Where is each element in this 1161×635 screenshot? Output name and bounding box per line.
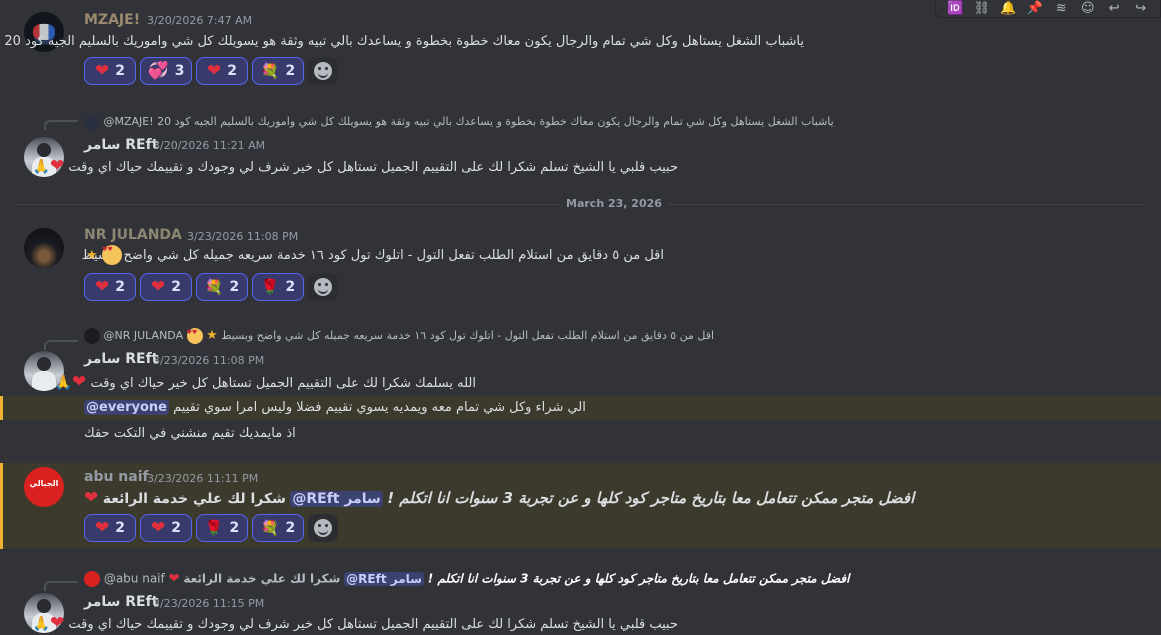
heart-icon: ❤ [151, 276, 166, 297]
pin-icon[interactable]: 📌 [1026, 1, 1044, 16]
message-line: @everyone الي شراء وكل شي تمام معه ويمدي… [84, 400, 586, 415]
reaction-bouquet[interactable]: 💐 2 [252, 57, 304, 85]
reactions-bar: ❤ 2 ❤ 2 🌹 2 💐 2 [84, 514, 338, 542]
message-actions-toolbar: 🆔 ⛓ 🔔 📌 ≋ ☺ ↩ ↪ [935, 0, 1161, 18]
rose-icon: 🌹 [204, 518, 224, 537]
timestamp[interactable]: 3/23/2026 11:11 PM [147, 472, 258, 485]
heart-icon: ❤ [207, 60, 222, 81]
user-mention[interactable]: @REft سامر [344, 571, 424, 586]
threads-icon[interactable]: ≋ [1052, 1, 1070, 16]
heart-icon: ❤ [95, 276, 110, 297]
reply-icon[interactable]: ↩ [1105, 1, 1123, 16]
heart-icon: ❤ [95, 60, 110, 81]
pray-icon: 🙏 [32, 616, 50, 632]
bouquet-icon: 💐 [204, 277, 224, 296]
link-icon[interactable]: ⛓ [973, 1, 991, 16]
reply-preview[interactable]: @abu naif ❤ شكرا لك علي خدمة الرائعة @RE… [84, 571, 849, 587]
bell-icon[interactable]: 🔔 [999, 1, 1017, 16]
avatar[interactable] [24, 228, 64, 268]
avatar [84, 328, 100, 344]
add-reaction-icon [314, 519, 332, 537]
heart-eyes-icon [102, 245, 123, 265]
reaction-heart[interactable]: ❤ 2 [84, 273, 136, 301]
heart-icon: ❤ [50, 613, 65, 633]
reactions-bar: ❤ 2 ❤ 2 💐 2 🌹 2 [84, 273, 338, 301]
author-name[interactable]: سامر REft [84, 137, 158, 153]
reply-author[interactable]: @abu naif [104, 572, 165, 586]
message-text: حبيب قلبي يا الشيخ تسلم شكرا لك على التق… [32, 613, 678, 633]
message-emojis: ★ [86, 245, 123, 265]
avatar[interactable] [24, 467, 64, 507]
forward-icon[interactable]: ↪ [1132, 1, 1150, 16]
reply-connector [44, 340, 78, 350]
message-text: حبيب قلبي يا الشيخ تسلم شكرا لك على التق… [32, 156, 678, 176]
heart-icon: ❤ [168, 571, 180, 587]
add-reaction-icon [314, 62, 332, 80]
reaction-heart[interactable]: ❤ 2 [140, 514, 192, 542]
author-name[interactable]: سامر REft [84, 594, 158, 610]
rose-icon: 🌹 [260, 277, 280, 296]
heart-icon: ❤ [72, 372, 87, 392]
reply-preview[interactable]: @NR JULANDA ★ اقل من ٥ دقايق من استلام ا… [84, 328, 714, 344]
avatar [84, 571, 100, 587]
star-icon: ★ [206, 328, 218, 343]
timestamp[interactable]: 3/20/2026 11:21 AM [153, 139, 265, 152]
heart-eyes-icon [186, 328, 203, 344]
author-name[interactable]: سامر REft [84, 351, 158, 367]
reaction-heart[interactable]: ❤ 2 [140, 273, 192, 301]
reactions-bar: ❤ 2 💞 3 ❤ 2 💐 2 [84, 57, 338, 85]
mention-highlight-bar [0, 463, 3, 549]
avatar [84, 114, 100, 130]
star-icon: ★ [86, 248, 98, 263]
reply-text: ياشباب الشغل يستاهل وكل شي تمام والرجال … [157, 115, 834, 128]
timestamp[interactable]: 3/23/2026 11:15 PM [153, 597, 264, 610]
reply-connector [44, 120, 78, 130]
reply-connector [44, 581, 78, 591]
message-text: الله يسلمك شكرا لك على التقييم الجميل تس… [54, 372, 476, 392]
timestamp[interactable]: 3/23/2026 11:08 PM [187, 230, 298, 243]
bouquet-icon: 💐 [260, 518, 280, 537]
message-line: اذ مايمديك تقيم منشني في التكت حقك [84, 426, 296, 441]
heart-icon: ❤ [95, 517, 110, 538]
user-mention[interactable]: @REft سامر [290, 491, 383, 507]
timestamp[interactable]: 3/20/2026 7:47 AM [147, 14, 252, 27]
add-reaction-button[interactable] [308, 273, 338, 301]
reaction-rose[interactable]: 🌹 2 [196, 514, 248, 542]
reaction-heart[interactable]: ❤ 2 [196, 57, 248, 85]
pray-icon: 🙏 [54, 375, 73, 391]
date-divider: March 23, 2026 [560, 197, 668, 210]
message-text: ❤ شكرا لك علي خدمة الرائعة @REft سامر اف… [84, 488, 915, 508]
reply-preview[interactable]: @MZAJE! ياشباب الشغل يستاهل وكل شي تمام … [84, 114, 834, 130]
reply-author[interactable]: @MZAJE! [104, 115, 154, 128]
heart-icon: ❤ [84, 488, 99, 508]
reaction-bouquet[interactable]: 💐 2 [252, 514, 304, 542]
author-name[interactable]: NR JULANDA [84, 227, 182, 243]
bouquet-icon: 💐 [260, 61, 280, 80]
id-icon[interactable]: 🆔 [946, 1, 964, 16]
heart-icon: ❤ [151, 517, 166, 538]
heart-icon: ❤ [50, 156, 65, 176]
message-text: اقل من ٥ دقايق من استلام الطلب تفعل التو… [81, 248, 664, 263]
emoji-icon[interactable]: ☺ [1079, 1, 1097, 16]
reply-author[interactable]: @NR JULANDA [104, 329, 184, 342]
author-name[interactable]: abu naif [84, 469, 149, 485]
reaction-heart[interactable]: ❤ 2 [84, 57, 136, 85]
everyone-mention[interactable]: @everyone [84, 400, 169, 415]
add-reaction-button[interactable] [308, 57, 338, 85]
pray-icon: 🙏 [32, 159, 50, 175]
reply-text: اقل من ٥ دقايق من استلام الطلب تفعل التو… [221, 329, 715, 342]
timestamp[interactable]: 3/23/2026 11:08 PM [153, 354, 264, 367]
heart-sparkle-icon: 💞 [147, 60, 169, 81]
reaction-bouquet[interactable]: 💐 2 [196, 273, 248, 301]
add-reaction-icon [314, 278, 332, 296]
author-name[interactable]: MZAJE! [84, 12, 140, 28]
reaction-heart[interactable]: ❤ 2 [84, 514, 136, 542]
reaction-rose[interactable]: 🌹 2 [252, 273, 304, 301]
mention-highlight-bar [0, 396, 3, 420]
message-text: ياشباب الشغل يستاهل وكل شي تمام والرجال … [4, 34, 804, 49]
add-reaction-button[interactable] [308, 514, 338, 542]
reaction-heart-sparkle[interactable]: 💞 3 [140, 57, 192, 85]
